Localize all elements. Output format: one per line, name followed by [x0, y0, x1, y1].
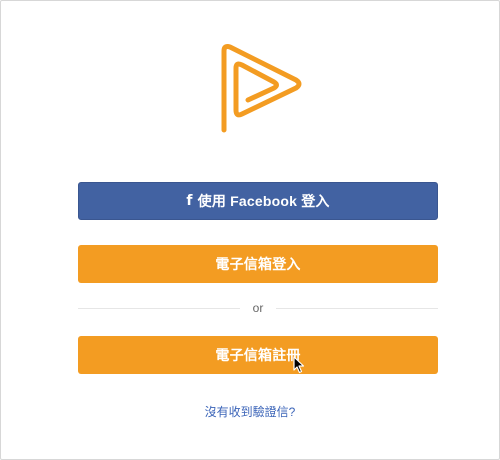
resend-verification-link[interactable]: 沒有收到驗證信?	[0, 403, 500, 420]
divider-text: or	[252, 301, 264, 315]
mouse-cursor-icon	[293, 356, 305, 374]
play-logo-icon	[221, 44, 302, 133]
facebook-icon: f	[186, 193, 193, 209]
email-register-label: 電子信箱註冊	[215, 347, 301, 363]
email-login-button[interactable]: 電子信箱登入	[78, 245, 438, 283]
facebook-login-button[interactable]: f 使用 Facebook 登入	[78, 182, 438, 220]
email-register-button[interactable]: 電子信箱註冊	[78, 336, 438, 374]
or-divider: or	[78, 300, 438, 316]
email-login-label: 電子信箱登入	[215, 256, 301, 272]
facebook-login-label: 使用 Facebook 登入	[197, 193, 330, 209]
